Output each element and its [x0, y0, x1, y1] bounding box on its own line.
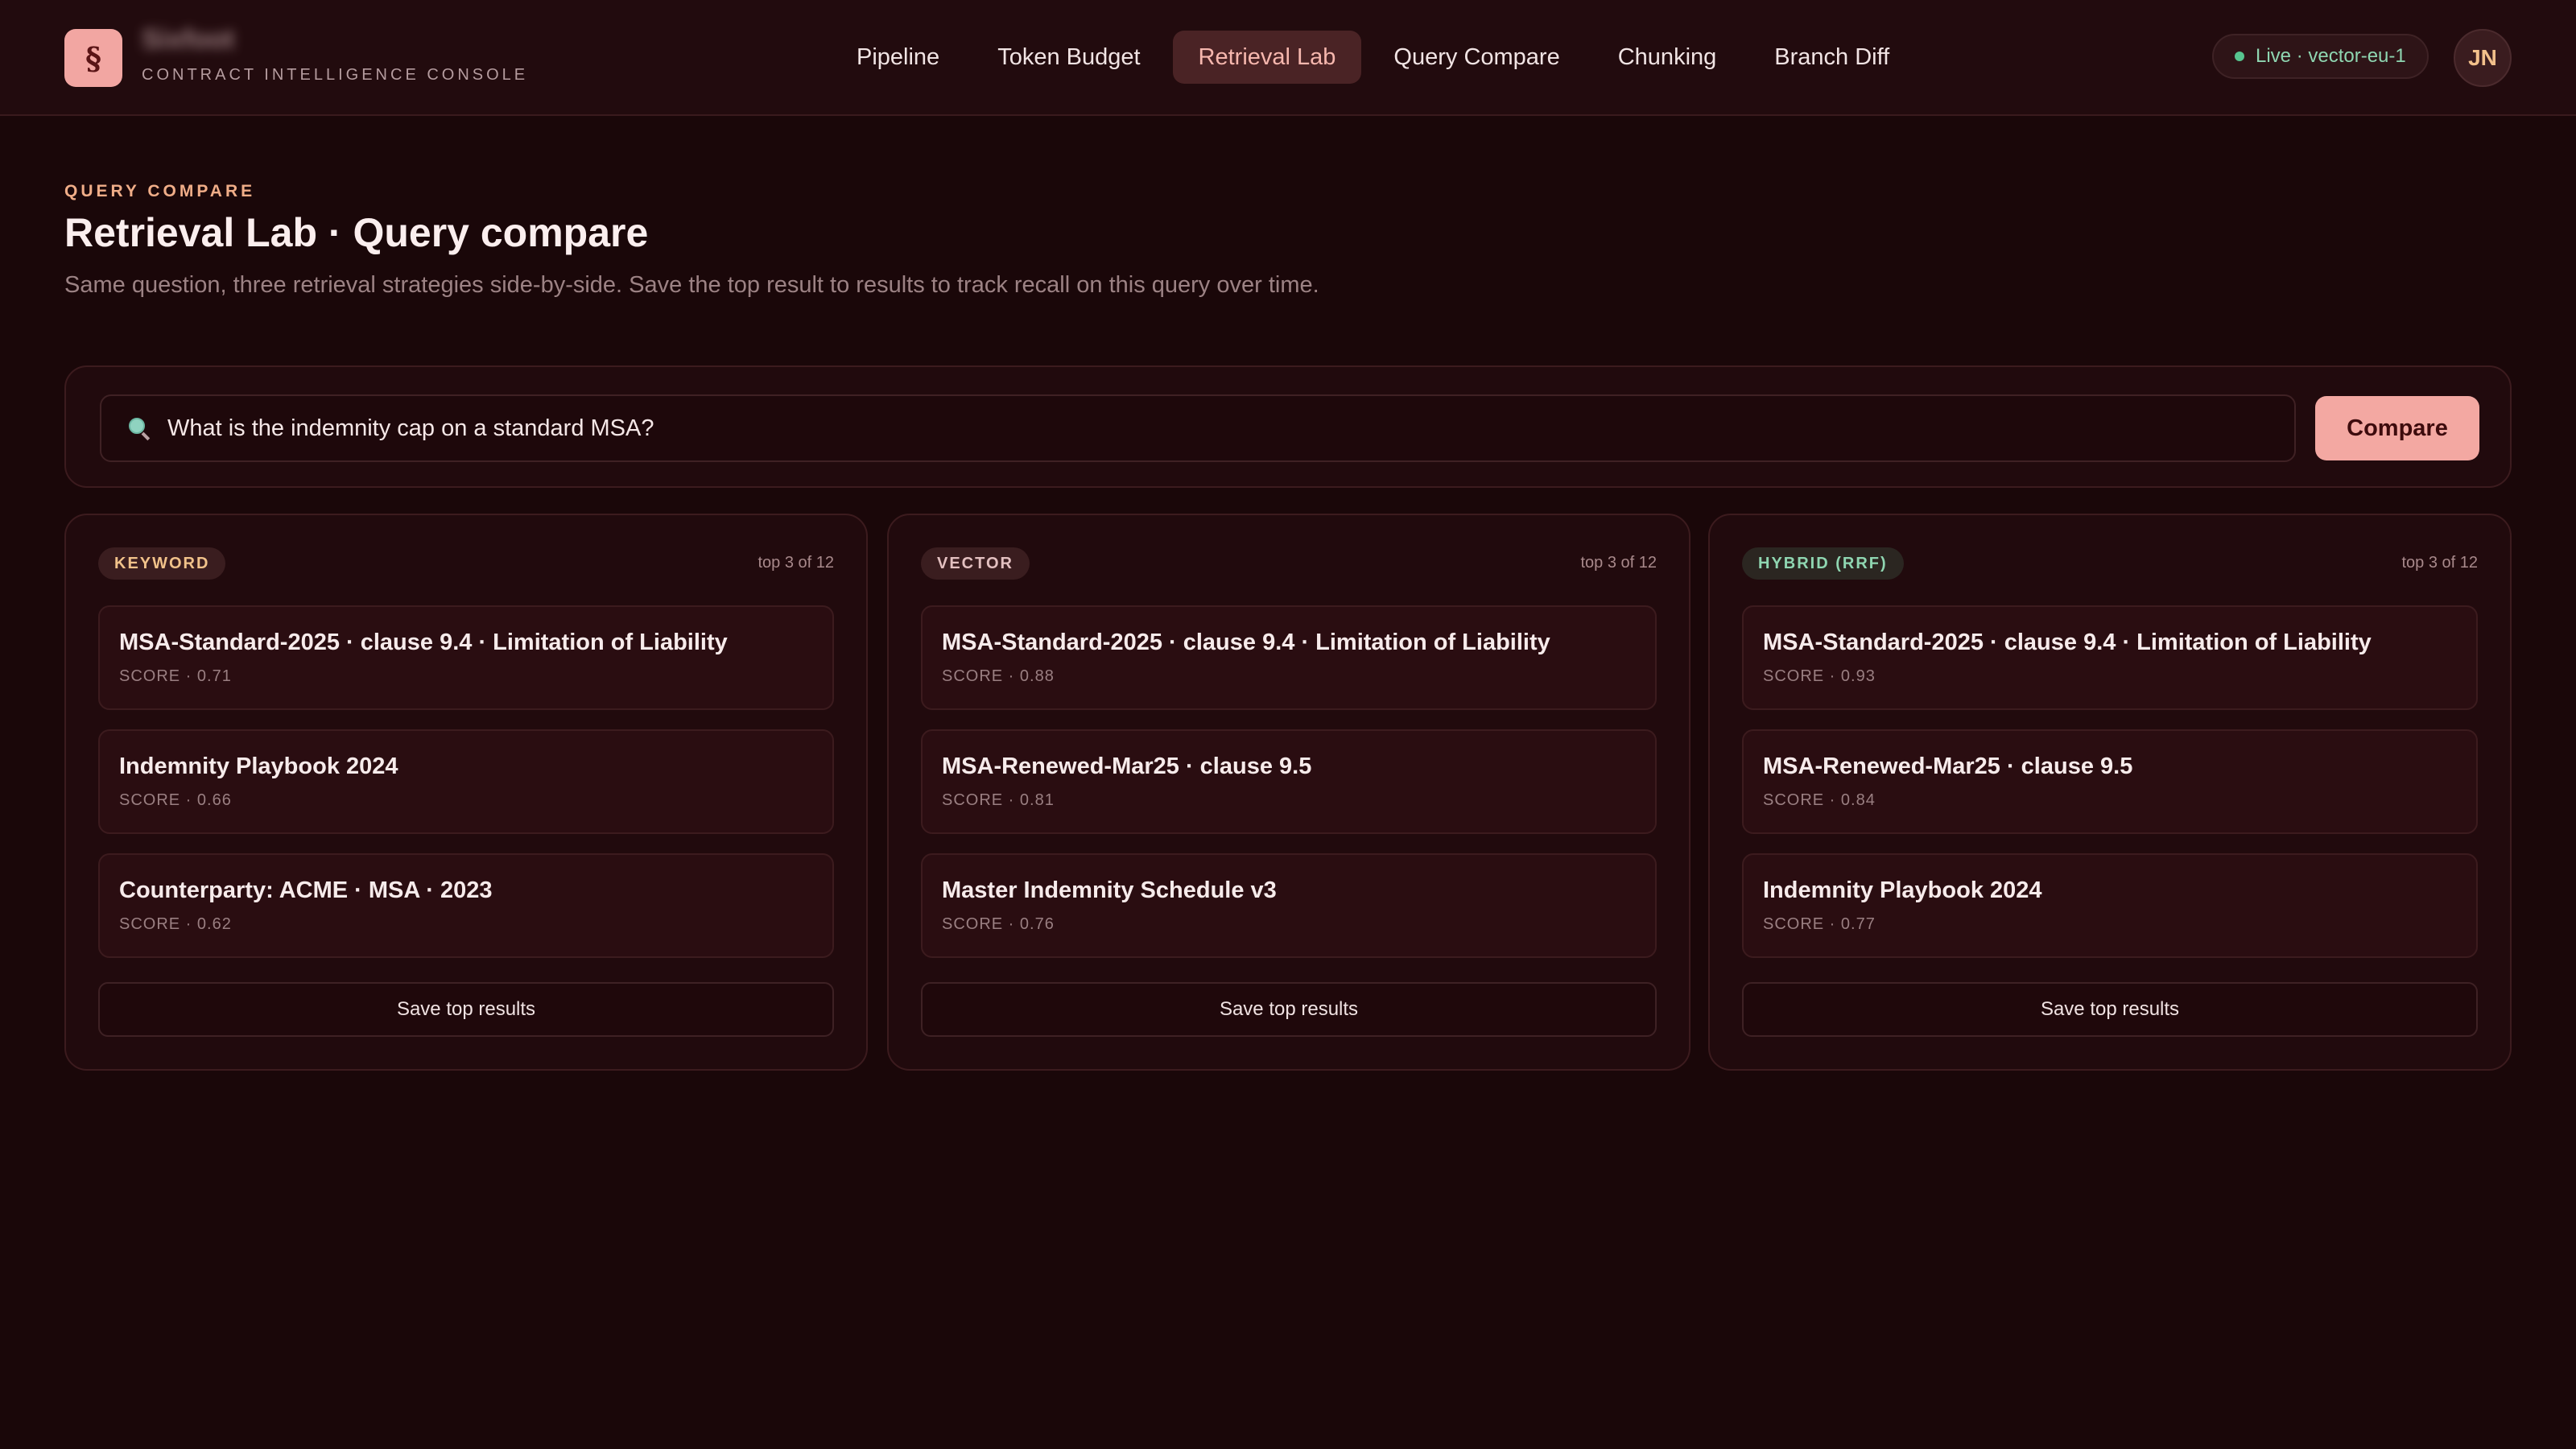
result-item[interactable]: MSA-Standard-2025 · clause 9.4 · Limitat…	[98, 605, 834, 710]
strategy-card-vector: VECTOR top 3 of 12 MSA-Standard-2025 · c…	[887, 514, 1690, 1071]
result-score: SCORE · 0.71	[119, 667, 232, 685]
result-item[interactable]: Master Indemnity Schedule v3 SCORE · 0.7…	[921, 853, 1657, 958]
result-score: SCORE · 0.62	[119, 915, 232, 933]
results-list: MSA-Standard-2025 · clause 9.4 · Limitat…	[1742, 605, 2478, 977]
status-dot-icon	[2235, 52, 2244, 61]
nav-item-query-compare[interactable]: Query Compare	[1368, 31, 1585, 84]
page-eyebrow: QUERY COMPARE	[64, 182, 256, 200]
results-list: MSA-Standard-2025 · clause 9.4 · Limitat…	[98, 605, 834, 977]
top-bar: § Sixfoot CONTRACT INTELLIGENCE CONSOLE …	[0, 0, 2576, 116]
strategy-badge: VECTOR	[921, 547, 1030, 580]
result-count: top 3 of 12	[1580, 554, 1657, 572]
status-label: Live · vector-eu-1	[2256, 45, 2406, 67]
main-nav: Pipeline Token Budget Retrieval Lab Quer…	[831, 31, 1915, 84]
nav-item-token-budget[interactable]: Token Budget	[972, 31, 1166, 84]
query-search-box[interactable]	[100, 394, 2296, 462]
query-panel: Compare	[64, 365, 2512, 488]
query-input[interactable]	[167, 415, 2294, 442]
page-title: Retrieval Lab · Query compare	[64, 210, 649, 255]
brand-name: Sixfoot	[142, 24, 235, 55]
nav-item-branch-diff[interactable]: Branch Diff	[1748, 31, 1915, 84]
result-title: MSA-Renewed-Mar25 · clause 9.5	[1763, 753, 2133, 779]
result-item[interactable]: MSA-Renewed-Mar25 · clause 9.5 SCORE · 0…	[1742, 729, 2478, 834]
app-logo[interactable]: §	[64, 29, 122, 87]
result-title: Indemnity Playbook 2024	[119, 753, 398, 779]
result-score: SCORE · 0.88	[942, 667, 1055, 685]
nav-item-pipeline[interactable]: Pipeline	[831, 31, 965, 84]
result-item[interactable]: Counterparty: ACME · MSA · 2023 SCORE · …	[98, 853, 834, 958]
strategy-badge: KEYWORD	[98, 547, 226, 580]
result-title: Indemnity Playbook 2024	[1763, 877, 2042, 903]
result-item[interactable]: MSA-Renewed-Mar25 · clause 9.5 SCORE · 0…	[921, 729, 1657, 834]
search-icon	[127, 416, 151, 441]
result-score: SCORE · 0.76	[942, 915, 1055, 933]
result-score: SCORE · 0.77	[1763, 915, 1876, 933]
user-avatar[interactable]: JN	[2454, 29, 2512, 87]
result-count: top 3 of 12	[2401, 554, 2478, 572]
brand-subtitle: CONTRACT INTELLIGENCE CONSOLE	[142, 66, 529, 84]
result-title: Master Indemnity Schedule v3	[942, 877, 1277, 903]
result-item[interactable]: MSA-Standard-2025 · clause 9.4 · Limitat…	[1742, 605, 2478, 710]
nav-item-chunking[interactable]: Chunking	[1592, 31, 1743, 84]
result-score: SCORE · 0.84	[1763, 791, 1876, 809]
result-title: MSA-Standard-2025 · clause 9.4 · Limitat…	[119, 630, 728, 655]
result-title: MSA-Renewed-Mar25 · clause 9.5	[942, 753, 1312, 779]
result-title: Counterparty: ACME · MSA · 2023	[119, 877, 493, 903]
result-item[interactable]: Indemnity Playbook 2024 SCORE · 0.77	[1742, 853, 2478, 958]
compare-button[interactable]: Compare	[2315, 396, 2479, 460]
nav-item-retrieval-lab[interactable]: Retrieval Lab	[1172, 31, 1362, 84]
result-item[interactable]: Indemnity Playbook 2024 SCORE · 0.66	[98, 729, 834, 834]
result-title: MSA-Standard-2025 · clause 9.4 · Limitat…	[942, 630, 1550, 655]
save-top-results-button[interactable]: Save top results	[921, 982, 1657, 1037]
strategy-card-hybrid: HYBRID (RRF) top 3 of 12 MSA-Standard-20…	[1708, 514, 2512, 1071]
result-score: SCORE · 0.81	[942, 791, 1055, 809]
result-title: MSA-Standard-2025 · clause 9.4 · Limitat…	[1763, 630, 2372, 655]
strategy-card-keyword: KEYWORD top 3 of 12 MSA-Standard-2025 · …	[64, 514, 868, 1071]
result-score: SCORE · 0.93	[1763, 667, 1876, 685]
live-status-badge[interactable]: Live · vector-eu-1	[2212, 34, 2429, 79]
strategy-badge: HYBRID (RRF)	[1742, 547, 1904, 580]
result-count: top 3 of 12	[758, 554, 834, 572]
results-list: MSA-Standard-2025 · clause 9.4 · Limitat…	[921, 605, 1657, 977]
save-top-results-button[interactable]: Save top results	[98, 982, 834, 1037]
page-description: Same question, three retrieval strategie…	[64, 272, 1319, 298]
result-score: SCORE · 0.66	[119, 791, 232, 809]
save-top-results-button[interactable]: Save top results	[1742, 982, 2478, 1037]
result-item[interactable]: MSA-Standard-2025 · clause 9.4 · Limitat…	[921, 605, 1657, 710]
